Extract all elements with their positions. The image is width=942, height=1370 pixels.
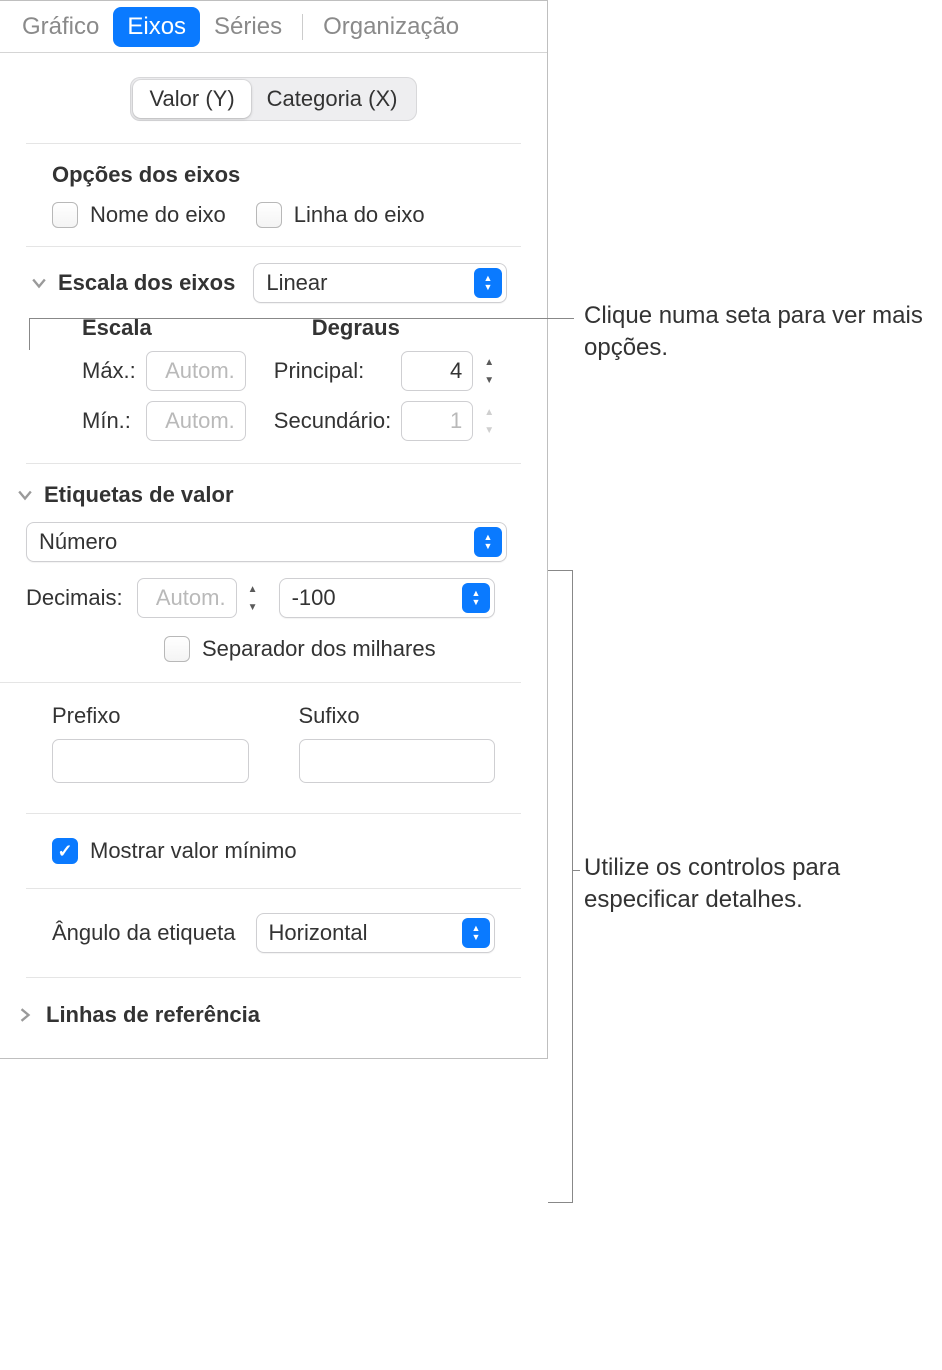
axis-line-checkbox[interactable]: [256, 202, 282, 228]
value-labels-header[interactable]: Etiquetas de valor: [14, 482, 495, 508]
prefix-field[interactable]: [52, 739, 249, 783]
select-arrows-icon: ▲▼: [462, 583, 490, 613]
callout-line-1h2: [29, 318, 548, 319]
label-angle-select-value: Horizontal: [269, 920, 463, 946]
steps-major-row: Principal: 4 ▲ ▼: [274, 351, 501, 391]
select-arrows-icon: ▲▼: [474, 527, 502, 557]
value-format-select-value: Número: [39, 529, 474, 555]
scale-min-label: Mín.:: [82, 408, 131, 434]
callout-line-1v: [29, 318, 30, 350]
suffix-label: Sufixo: [299, 703, 496, 729]
axis-name-checkbox-row[interactable]: Nome do eixo: [52, 202, 226, 228]
steps-minor-field[interactable]: 1: [401, 401, 473, 441]
stepper-up-icon[interactable]: ▲: [479, 404, 499, 420]
negative-format-select[interactable]: -100 ▲▼: [279, 578, 495, 618]
axis-scale-select-value: Linear: [266, 270, 474, 296]
steps-major-stepper[interactable]: ▲ ▼: [479, 351, 501, 391]
decimals-row: Decimais: Autom. ▲ ▼ -100 ▲▼: [26, 578, 495, 618]
stepper-down-icon[interactable]: ▼: [243, 599, 263, 615]
axis-scale-grid: Escala Degraus Máx.: Autom. Principal: 4…: [26, 303, 521, 464]
negative-format-value: -100: [292, 585, 462, 611]
steps-minor-label: Secundário:: [274, 408, 391, 434]
steps-minor-stepper[interactable]: ▲ ▼: [479, 401, 501, 441]
tab-separator: [302, 14, 303, 40]
callout-bracket-v: [572, 570, 573, 1202]
tab-grafico[interactable]: Gráfico: [8, 7, 113, 47]
value-format-select[interactable]: Número ▲▼: [26, 522, 507, 562]
thousands-label: Separador dos milhares: [202, 636, 436, 662]
show-min-checkbox[interactable]: [52, 838, 78, 864]
callout-bracket-tick: [572, 870, 580, 871]
axis-segmented: Valor (Y) Categoria (X): [130, 77, 416, 121]
scale-min-field[interactable]: Autom.: [146, 401, 246, 441]
axis-segmented-row: Valor (Y) Categoria (X): [26, 53, 521, 144]
axis-line-checkbox-row[interactable]: Linha do eixo: [256, 202, 425, 228]
thousands-checkbox[interactable]: [164, 636, 190, 662]
label-angle-row: Ângulo da etiqueta Horizontal ▲▼: [26, 889, 521, 978]
stepper-down-icon[interactable]: ▼: [479, 422, 499, 438]
decimals-field[interactable]: Autom.: [137, 578, 237, 618]
show-min-label: Mostrar valor mínimo: [90, 838, 297, 864]
scale-max-row: Máx.: Autom.: [82, 351, 246, 391]
seg-valor-y[interactable]: Valor (Y): [133, 80, 250, 118]
axis-name-checkbox[interactable]: [52, 202, 78, 228]
axis-options-title: Opções dos eixos: [52, 162, 495, 188]
decimals-label: Decimais:: [26, 585, 123, 611]
inspector-panel: Gráfico Eixos Séries Organização Valor (…: [0, 0, 548, 1059]
prefix-suffix-section: Prefixo Sufixo: [26, 683, 521, 814]
chevron-down-icon[interactable]: [14, 484, 36, 506]
axis-scale-select[interactable]: Linear ▲▼: [253, 263, 507, 303]
tab-eixos[interactable]: Eixos: [113, 7, 200, 47]
tab-organizacao[interactable]: Organização: [309, 7, 473, 47]
label-angle-select[interactable]: Horizontal ▲▼: [256, 913, 496, 953]
steps-major-field[interactable]: 4: [401, 351, 473, 391]
top-tab-bar: Gráfico Eixos Séries Organização: [0, 1, 547, 53]
callout-bracket-bot: [548, 1202, 573, 1203]
select-arrows-icon: ▲▼: [462, 918, 490, 948]
decimals-stepper[interactable]: ▲ ▼: [243, 578, 265, 618]
prefix-label: Prefixo: [52, 703, 249, 729]
show-min-row[interactable]: Mostrar valor mínimo: [52, 838, 495, 864]
show-min-section: Mostrar valor mínimo: [26, 814, 521, 889]
axis-scale-title: Escala dos eixos: [58, 270, 235, 296]
thousands-separator-row[interactable]: Separador dos milhares: [164, 636, 495, 662]
stepper-down-icon[interactable]: ▼: [479, 372, 499, 388]
axis-options-section: Opções dos eixos Nome do eixo Linha do e…: [26, 144, 521, 247]
value-labels-section: Etiquetas de valor Número ▲▼ Decimais: A…: [0, 464, 521, 683]
chevron-down-icon[interactable]: [28, 272, 50, 294]
select-arrows-icon: ▲▼: [474, 268, 502, 298]
stepper-up-icon[interactable]: ▲: [243, 581, 263, 597]
reference-lines-row[interactable]: Linhas de referência: [0, 978, 521, 1028]
seg-categoria-x[interactable]: Categoria (X): [251, 80, 414, 118]
steps-minor-row: Secundário: 1 ▲ ▼: [274, 401, 501, 441]
scale-max-label: Máx.:: [82, 358, 136, 384]
scale-min-row: Mín.: Autom.: [82, 401, 246, 441]
axis-name-label: Nome do eixo: [90, 202, 226, 228]
callout-text-1: Clique numa seta para ver mais opções.: [584, 300, 924, 365]
axis-line-label: Linha do eixo: [294, 202, 425, 228]
stepper-up-icon[interactable]: ▲: [479, 354, 499, 370]
suffix-field[interactable]: [299, 739, 496, 783]
tab-series[interactable]: Séries: [200, 7, 296, 47]
reference-lines-label: Linhas de referência: [46, 1002, 260, 1028]
chevron-right-icon[interactable]: [14, 1004, 36, 1026]
value-labels-title: Etiquetas de valor: [44, 482, 234, 508]
scale-max-field[interactable]: Autom.: [146, 351, 246, 391]
callout-text-2: Utilize os controlos para especificar de…: [584, 852, 934, 917]
callout-bracket-top: [548, 570, 573, 571]
callout-line-1h: [548, 318, 574, 319]
steps-major-label: Principal:: [274, 358, 364, 384]
label-angle-label: Ângulo da etiqueta: [52, 920, 236, 946]
axis-scale-header[interactable]: Escala dos eixos Linear ▲▼: [14, 247, 533, 303]
